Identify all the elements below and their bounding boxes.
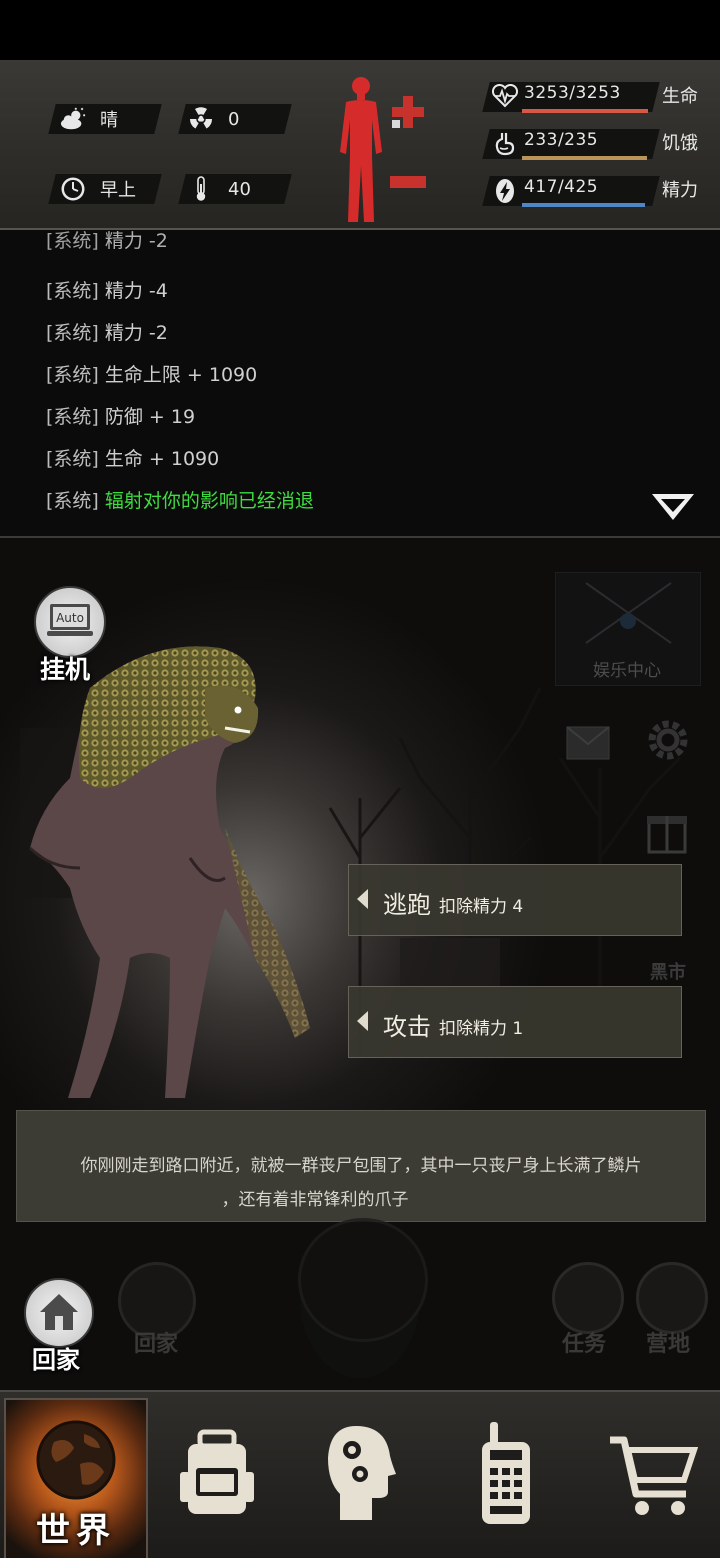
auto-icon-text: Auto: [56, 611, 84, 625]
log-line: [系统] 精力 -2: [46, 322, 168, 344]
walkie-talkie-icon: [476, 1422, 536, 1526]
message-log[interactable]: [系统] 精力 -2 [系统] 精力 -4 [系统] 精力 -2 [系统] 生命…: [0, 230, 720, 538]
radiation-value: 0: [228, 108, 240, 130]
radiation-icon: [188, 106, 214, 132]
heal-plus-icon[interactable]: [390, 94, 426, 130]
gift-icon[interactable]: [646, 806, 688, 854]
log-line: [系统] 精力 -2: [46, 230, 168, 252]
backpack-icon: [178, 1428, 256, 1518]
faded-center-circle: [298, 1218, 428, 1342]
energy-stat: 417/425 精力: [480, 172, 712, 212]
stomach-icon: [492, 131, 518, 157]
weather-indicator: 晴: [60, 104, 118, 134]
auto-battle-label: 挂机: [40, 655, 91, 684]
log-line: [系统] 防御 + 19: [46, 406, 196, 428]
nav-world[interactable]: 世界: [4, 1398, 148, 1558]
log-line: [系统] 生命 + 1090: [46, 448, 220, 470]
hunger-stat: 233/235 饥饿: [480, 125, 712, 165]
task-circle-button[interactable]: [552, 1262, 624, 1334]
left-triangle-icon: [357, 889, 368, 909]
nav-shop[interactable]: [580, 1398, 720, 1558]
nav-skills[interactable]: [290, 1398, 430, 1558]
energy-value: 417/425: [524, 177, 599, 197]
house-icon: [38, 1292, 80, 1332]
camp-label: 营地: [646, 1332, 691, 1357]
hunger-bar: [522, 156, 647, 160]
flee-label: 逃跑: [383, 891, 431, 919]
attack-cost: 扣除精力 1: [439, 1019, 524, 1039]
flee-cost: 扣除精力 4: [439, 897, 524, 917]
head-gears-icon: [326, 1424, 396, 1524]
bottom-nav: 世界: [0, 1390, 720, 1558]
log-line: [系统] 生命上限 + 1090: [46, 364, 258, 386]
nav-world-label: 世界: [36, 1511, 116, 1551]
log-line-highlight: [系统] 辐射对你的影响已经消退: [46, 490, 314, 512]
clock-icon: [60, 176, 86, 202]
temperature-indicator: 40: [188, 174, 251, 204]
time-indicator: 早上: [60, 174, 136, 204]
sunny-cloud-icon: [60, 106, 86, 132]
energy-bar: [522, 203, 645, 207]
auto-battle-button[interactable]: Auto: [34, 586, 106, 658]
narrative-line: 你刚刚走到路口附近，就被一群丧尸包围了，其中一只丧尸身上长满了鳞片: [80, 1156, 642, 1176]
health-bar: [522, 109, 648, 113]
hunger-label: 饥饿: [662, 133, 698, 154]
chevron-down-icon[interactable]: [650, 490, 696, 524]
mail-icon[interactable]: [566, 726, 610, 760]
health-value: 3253/3253: [524, 83, 621, 103]
home-button[interactable]: [24, 1278, 94, 1348]
scaled-zombie-image: [28, 646, 310, 1098]
hunger-value: 233/235: [524, 130, 599, 150]
lightning-icon: [492, 178, 518, 204]
thermometer-icon: [188, 176, 214, 202]
narrative-box: 你刚刚走到路口附近，就被一群丧尸包围了，其中一只丧尸身上长满了鳞片 ，还有着非常…: [16, 1110, 706, 1222]
health-stat: 3253/3253 生命: [480, 78, 712, 118]
weather-label: 晴: [100, 110, 118, 131]
faded-home-label: 回家: [134, 1332, 179, 1357]
top-hud: 晴 0 早上 40 3253/3253 生命 233/235 饥饿 417/42…: [0, 60, 720, 230]
settings-gear-icon[interactable]: [644, 716, 692, 764]
time-label: 早上: [100, 180, 136, 201]
nav-backpack[interactable]: [146, 1398, 286, 1558]
energy-label: 精力: [662, 180, 698, 201]
status-bar: [0, 0, 720, 60]
nav-radio[interactable]: [436, 1398, 576, 1558]
shopping-cart-icon: [608, 1434, 699, 1520]
left-triangle-icon: [357, 1011, 368, 1031]
log-line: [系统] 精力 -4: [46, 280, 168, 302]
health-label: 生命: [662, 86, 698, 107]
heart-pulse-icon: [491, 83, 519, 110]
attack-label: 攻击: [383, 1013, 431, 1041]
attack-button[interactable]: 攻击 扣除精力 1: [348, 986, 682, 1058]
task-label: 任务: [562, 1332, 607, 1357]
home-label: 回家: [32, 1346, 80, 1374]
globe-icon: [34, 1418, 118, 1502]
flee-button[interactable]: 逃跑 扣除精力 4: [348, 864, 682, 936]
temperature-value: 40: [228, 178, 251, 200]
radiation-indicator: 0: [188, 104, 239, 134]
narrative-line: ，还有着非常锋利的爪子: [221, 1190, 409, 1210]
camp-circle-button[interactable]: [636, 1262, 708, 1334]
auto-monitor-icon: Auto: [47, 602, 93, 638]
black-market-label[interactable]: 黑市: [650, 958, 686, 984]
human-body-icon[interactable]: [330, 74, 392, 226]
damage-minus-icon[interactable]: [390, 176, 426, 188]
game-screen: 晴 0 早上 40 3253/3253 生命 233/235 饥饿 417/42…: [0, 0, 720, 1558]
entertainment-center-label: 娱乐中心: [593, 661, 661, 681]
